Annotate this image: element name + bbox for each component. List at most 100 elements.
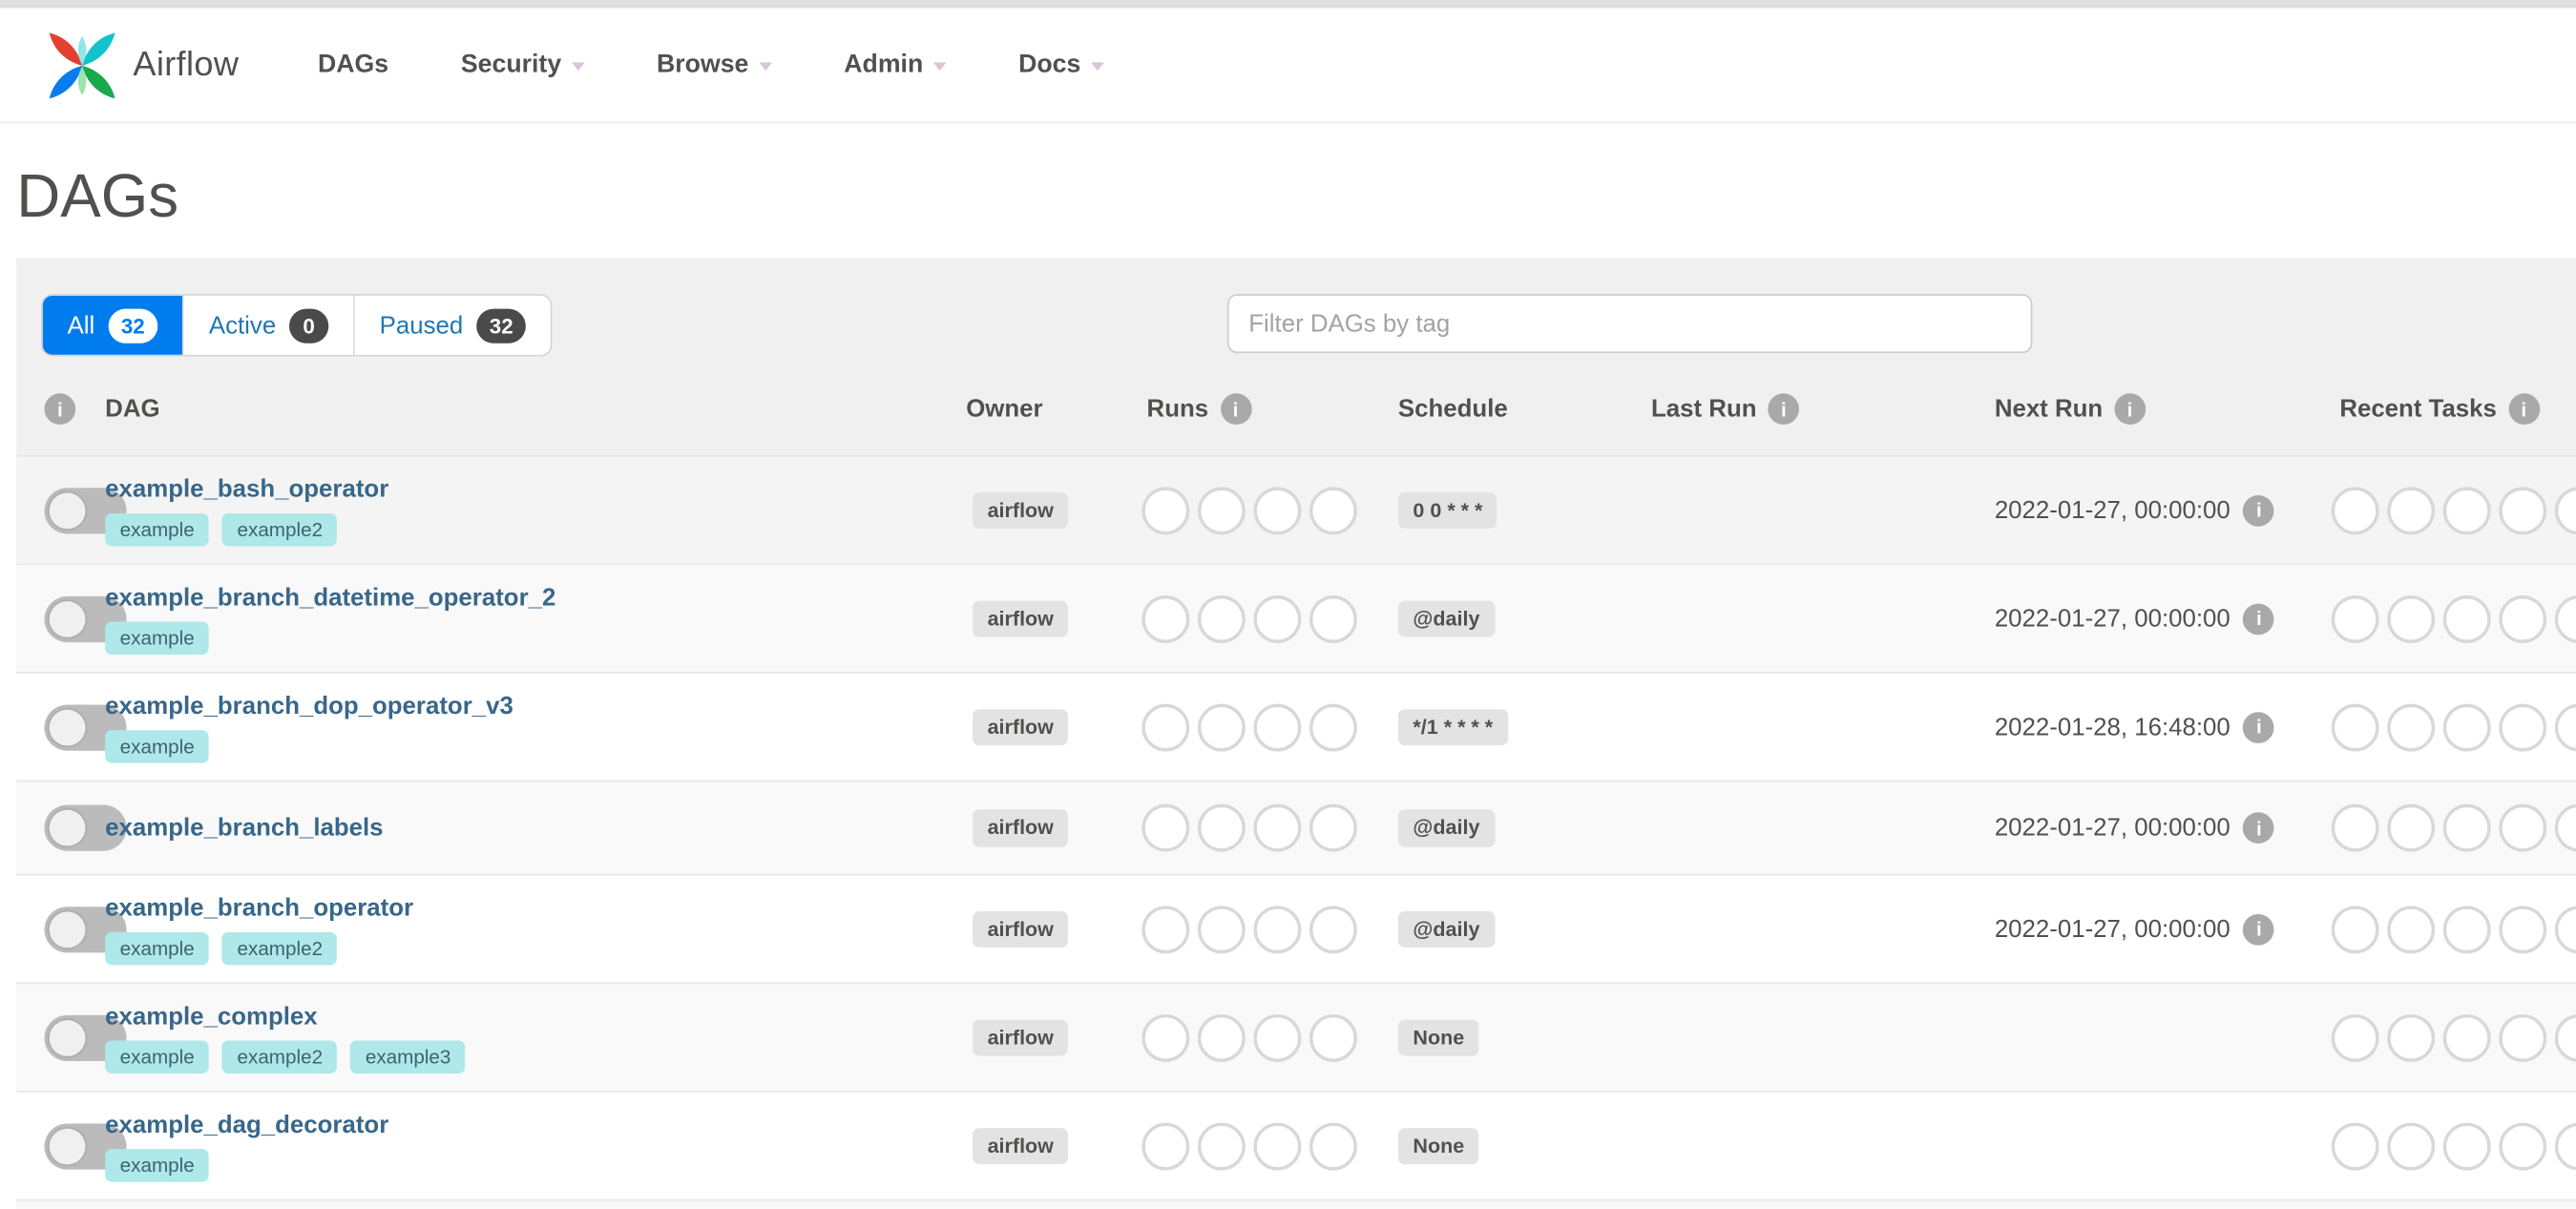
filter-dags-input[interactable] — [1226, 294, 2033, 354]
tab-active[interactable]: Active 0 — [182, 296, 354, 356]
dag-name-link[interactable]: example_branch_datetime_operator_2 — [105, 584, 555, 612]
recent-task-circle[interactable] — [2554, 594, 2576, 643]
recent-task-circle[interactable] — [2554, 1013, 2576, 1062]
run-state-circle[interactable] — [1141, 1122, 1190, 1171]
nav-item-docs[interactable]: Docs — [1018, 51, 1104, 80]
run-state-circle[interactable] — [1197, 804, 1246, 852]
dag-tag[interactable]: example2 — [222, 512, 338, 546]
nav-item-dags[interactable]: DAGs — [318, 51, 388, 80]
recent-task-circle[interactable] — [2387, 804, 2436, 852]
run-state-circle[interactable] — [1309, 1013, 1357, 1062]
run-state-circle[interactable] — [1197, 594, 1246, 643]
dag-tag[interactable]: example — [105, 729, 210, 763]
recent-task-circle[interactable] — [2442, 594, 2491, 643]
recent-task-circle[interactable] — [2442, 804, 2491, 852]
recent-task-circle[interactable] — [2499, 703, 2547, 752]
recent-task-circle[interactable] — [2331, 486, 2379, 534]
recent-task-circle[interactable] — [2499, 594, 2547, 643]
recent-task-circle[interactable] — [2331, 804, 2379, 852]
run-state-circle[interactable] — [1309, 804, 1357, 852]
recent-task-circle[interactable] — [2499, 486, 2547, 534]
recent-task-circle[interactable] — [2387, 703, 2436, 752]
recent-task-circle[interactable] — [2554, 703, 2576, 752]
run-state-circle[interactable] — [1197, 1013, 1246, 1062]
next-run-info-icon[interactable] — [2243, 603, 2275, 635]
run-state-circle[interactable] — [1253, 703, 1302, 752]
run-state-circle[interactable] — [1309, 905, 1357, 953]
run-state-circle[interactable] — [1253, 594, 1302, 643]
recent-task-circle[interactable] — [2442, 703, 2491, 752]
dag-name-link[interactable]: example_branch_labels — [105, 814, 383, 842]
recent-task-circle[interactable] — [2387, 486, 2436, 534]
run-state-circle[interactable] — [1309, 486, 1357, 534]
dag-name-link[interactable]: example_branch_dop_operator_v3 — [105, 692, 513, 719]
run-state-circle[interactable] — [1253, 1122, 1302, 1171]
recent-task-circle[interactable] — [2387, 594, 2436, 643]
next-run-info-icon[interactable] — [2243, 913, 2275, 946]
recent-task-circle[interactable] — [2331, 703, 2379, 752]
dag-tag[interactable]: example — [105, 1040, 210, 1074]
recent-task-circle[interactable] — [2331, 1013, 2379, 1062]
run-state-circle[interactable] — [1253, 1013, 1302, 1062]
dag-tag[interactable]: example — [105, 512, 210, 546]
recent-task-circle[interactable] — [2331, 594, 2379, 643]
next-run-info-icon[interactable] — [2243, 711, 2275, 743]
dag-tag[interactable]: example2 — [222, 1040, 338, 1074]
dag-name-link[interactable]: example_dag_decorator — [105, 1111, 388, 1138]
recent-task-circle[interactable] — [2499, 1122, 2547, 1171]
dag-tag[interactable]: example2 — [222, 931, 338, 965]
runs-info-icon[interactable] — [1220, 393, 1251, 426]
run-state-circle[interactable] — [1197, 1122, 1246, 1171]
run-state-circle[interactable] — [1141, 804, 1190, 852]
dag-name-link[interactable]: example_branch_operator — [105, 894, 413, 922]
recent-task-circle[interactable] — [2554, 1122, 2576, 1171]
nav-item-admin[interactable]: Admin — [844, 51, 947, 80]
run-state-circle[interactable] — [1141, 905, 1190, 953]
run-state-circle[interactable] — [1197, 703, 1246, 752]
recent-task-circle[interactable] — [2499, 1013, 2547, 1062]
run-state-circle[interactable] — [1141, 594, 1190, 643]
run-state-circle[interactable] — [1309, 594, 1357, 643]
run-state-circle[interactable] — [1197, 905, 1246, 953]
recent-task-circle[interactable] — [2554, 486, 2576, 534]
recent-task-circle[interactable] — [2331, 1122, 2379, 1171]
recent-task-circle[interactable] — [2499, 804, 2547, 852]
dag-name-link[interactable]: example_complex — [105, 1003, 317, 1031]
nav-item-browse[interactable]: Browse — [657, 51, 772, 80]
recent-task-circle[interactable] — [2442, 1122, 2491, 1171]
dag-tag[interactable]: example — [105, 621, 210, 655]
next-run-info-icon[interactable] — [2243, 812, 2275, 844]
run-state-circle[interactable] — [1141, 486, 1190, 534]
dag-tag[interactable]: example — [105, 1148, 210, 1182]
dag-tag[interactable]: example — [105, 931, 210, 965]
dag-name-link[interactable]: example_bash_operator — [105, 475, 388, 503]
recent-task-circle[interactable] — [2554, 804, 2576, 852]
run-state-circle[interactable] — [1309, 703, 1357, 752]
tab-paused[interactable]: Paused 32 — [353, 296, 552, 356]
recent-task-circle[interactable] — [2442, 905, 2491, 953]
next-run-info-icon-header[interactable] — [2114, 393, 2146, 426]
run-state-circle[interactable] — [1309, 1122, 1357, 1171]
next-run-info-icon[interactable] — [2243, 494, 2275, 527]
nav-item-security[interactable]: Security — [461, 51, 585, 80]
recent-task-circle[interactable] — [2554, 905, 2576, 953]
run-state-circle[interactable] — [1141, 1013, 1190, 1062]
run-state-circle[interactable] — [1197, 486, 1246, 534]
recent-task-circle[interactable] — [2387, 905, 2436, 953]
recent-task-circle[interactable] — [2442, 486, 2491, 534]
recent-task-circle[interactable] — [2387, 1122, 2436, 1171]
run-state-circle[interactable] — [1141, 703, 1190, 752]
recent-task-circle[interactable] — [2331, 905, 2379, 953]
run-state-circle[interactable] — [1253, 905, 1302, 953]
tab-all[interactable]: All 32 — [42, 296, 183, 356]
recent-task-circle[interactable] — [2442, 1013, 2491, 1062]
dag-tag[interactable]: example3 — [350, 1040, 466, 1074]
pause-info-icon[interactable] — [44, 393, 76, 426]
last-run-info-icon[interactable] — [1768, 393, 1800, 426]
run-state-circle[interactable] — [1253, 486, 1302, 534]
recent-task-circle[interactable] — [2499, 905, 2547, 953]
recent-tasks-info-icon[interactable] — [2507, 393, 2540, 426]
run-state-circle[interactable] — [1253, 804, 1302, 852]
brand-link[interactable]: Airflow — [46, 29, 239, 101]
recent-task-circle[interactable] — [2387, 1013, 2436, 1062]
